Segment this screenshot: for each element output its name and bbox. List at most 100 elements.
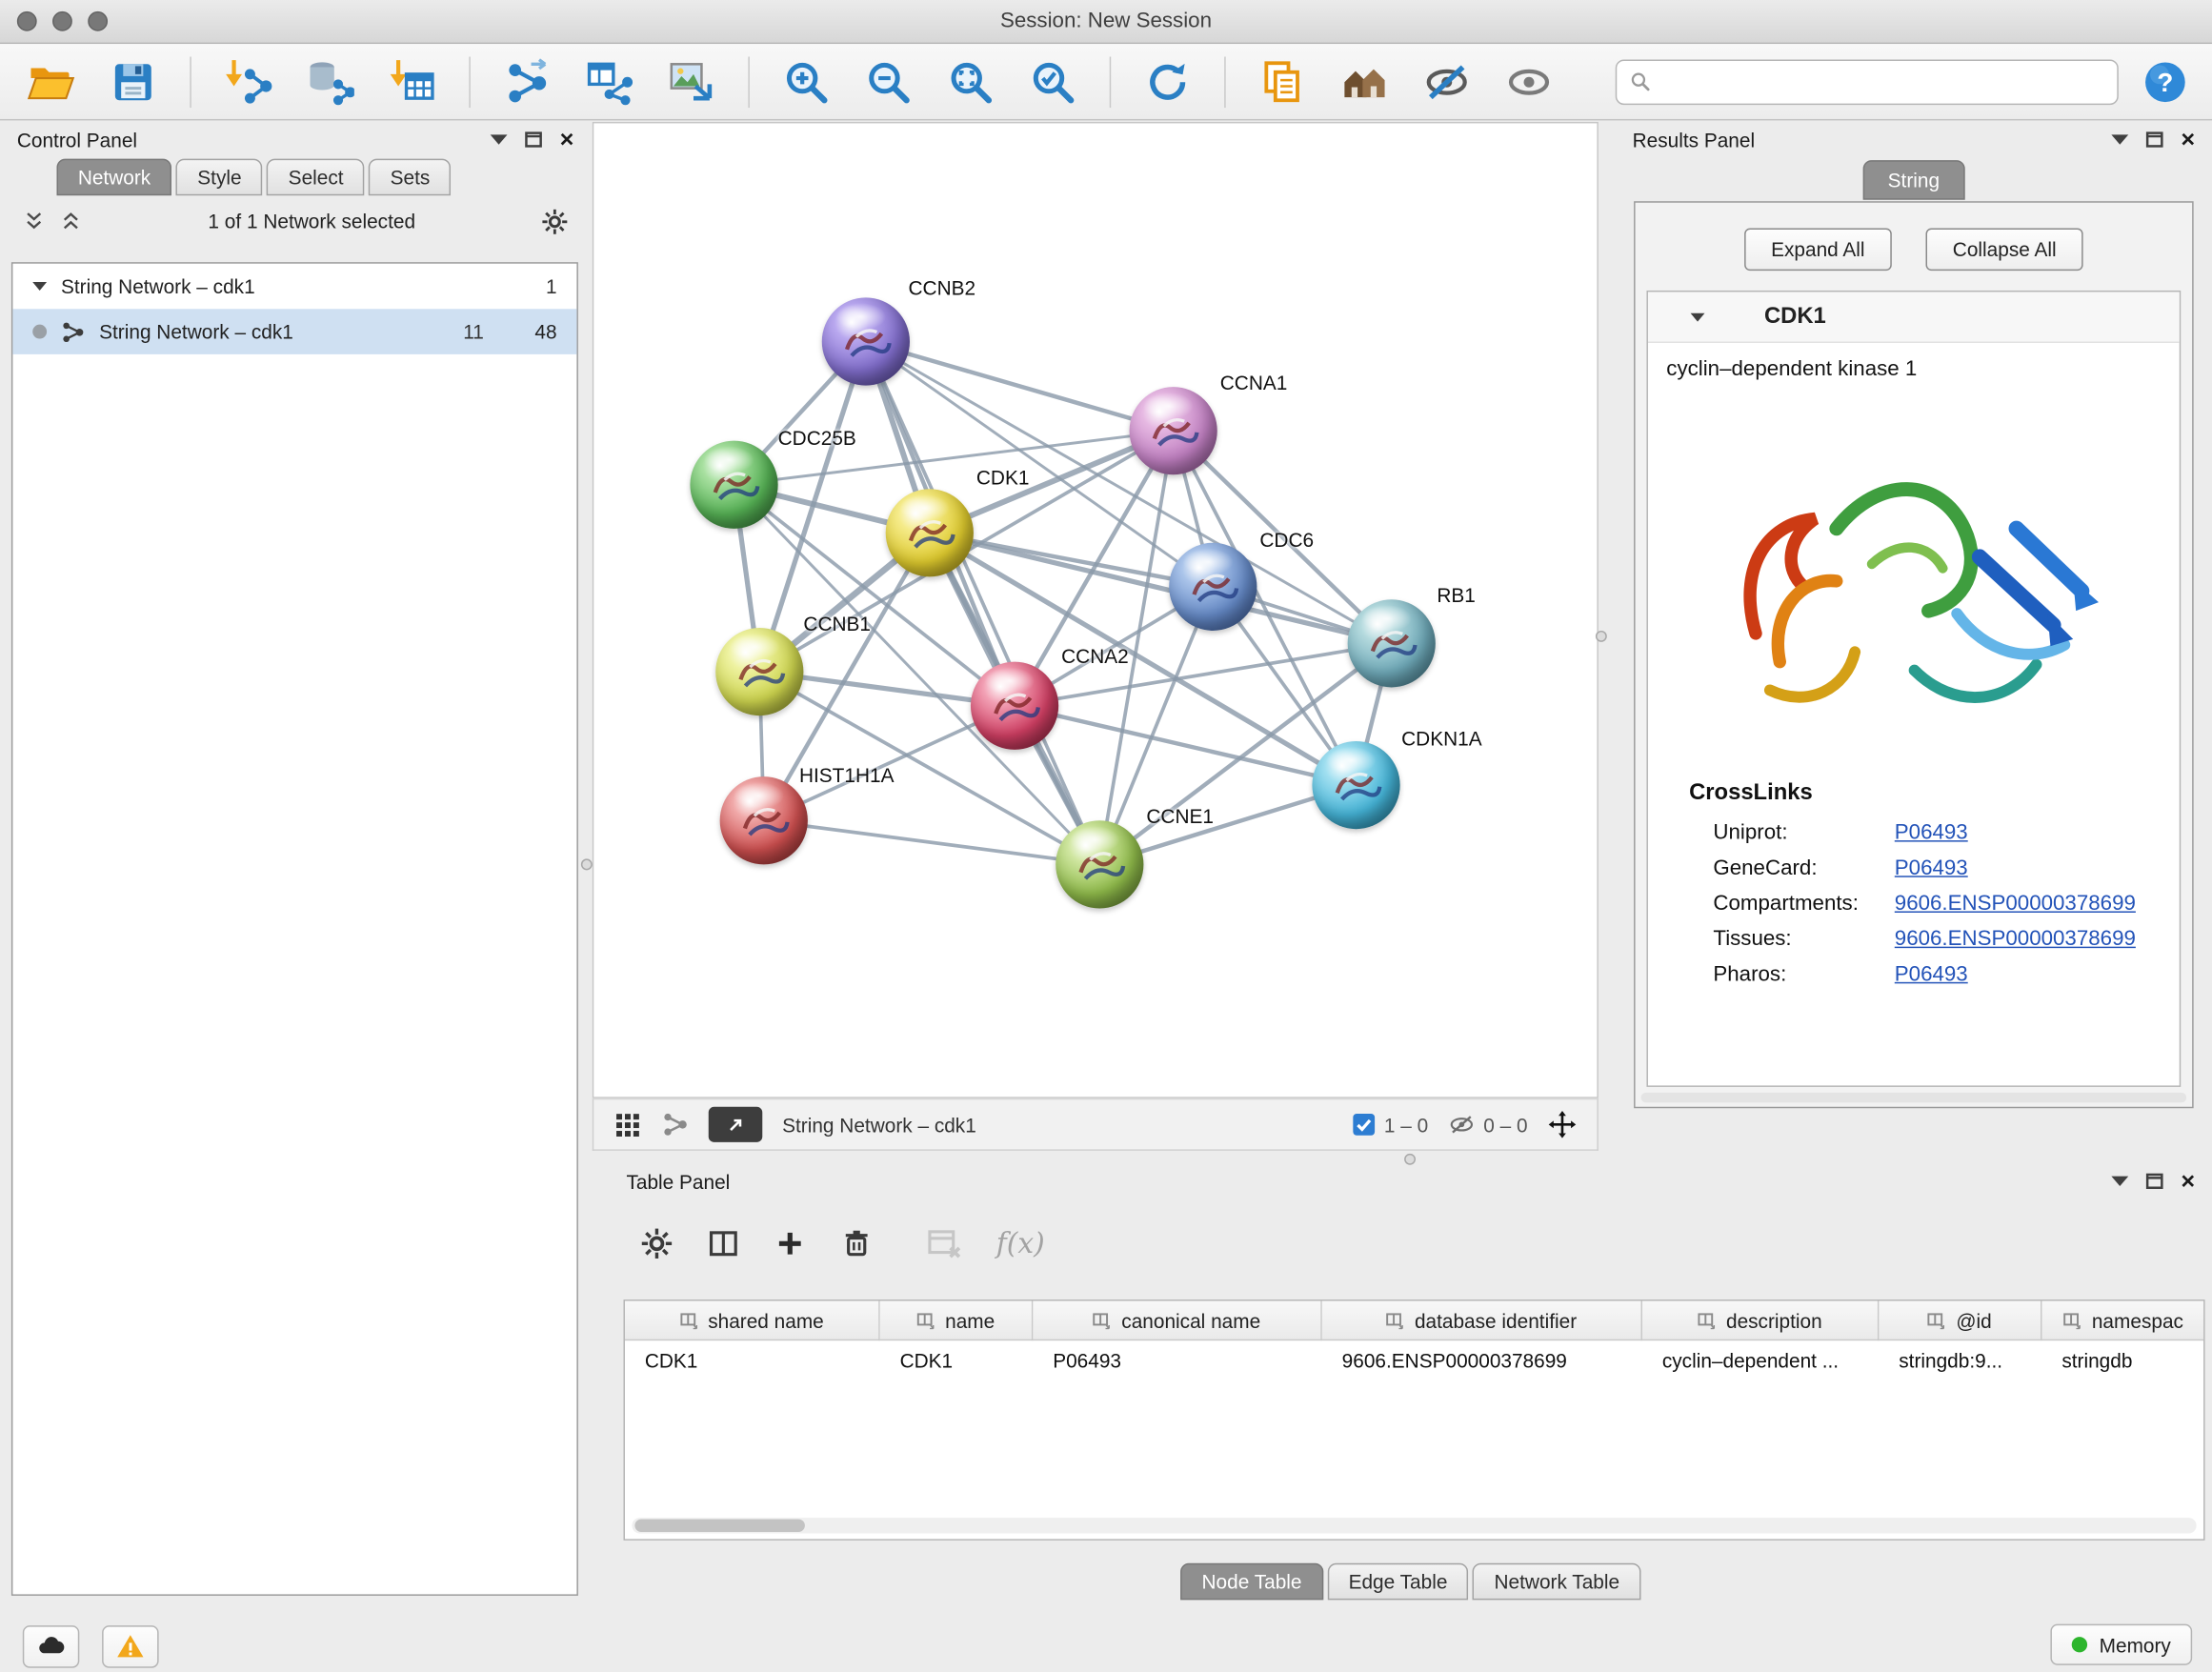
network-node-CCNE1[interactable]: [1056, 820, 1143, 908]
tab-style[interactable]: Style: [176, 159, 263, 196]
network-view-icon[interactable]: [662, 1111, 689, 1138]
tab-edge-table[interactable]: Edge Table: [1327, 1563, 1468, 1601]
crosslink-link[interactable]: P06493: [1895, 820, 1968, 844]
refresh-layout-button[interactable]: [1136, 50, 1198, 112]
hidden-eye-slash-icon[interactable]: [1448, 1111, 1475, 1138]
network-node-CCNA2[interactable]: [971, 662, 1058, 750]
open-session-button[interactable]: [20, 50, 82, 112]
collection-disclosure-icon[interactable]: [32, 282, 47, 291]
detach-view-button[interactable]: [709, 1107, 763, 1142]
float-panel-icon[interactable]: [2145, 131, 2163, 149]
new-network-button[interactable]: [496, 50, 558, 112]
right-splitter-handle[interactable]: [1596, 631, 1607, 642]
table-settings-gear-icon[interactable]: [640, 1226, 673, 1259]
save-session-button[interactable]: [102, 50, 164, 112]
table-hscrollbar-thumb[interactable]: [634, 1520, 805, 1532]
zoom-out-button[interactable]: [857, 50, 919, 112]
column-header-@id[interactable]: @id: [1879, 1301, 2041, 1341]
table-row[interactable]: CDK1CDK1P064939606.ENSP00000378699cyclin…: [625, 1340, 2203, 1380]
collapse-all-button[interactable]: Collapse All: [1926, 228, 2083, 271]
crosslink-link[interactable]: P06493: [1895, 962, 1968, 986]
help-button[interactable]: ?: [2139, 50, 2193, 112]
network-node-CDK1[interactable]: [886, 489, 974, 576]
close-panel-icon[interactable]: ×: [2181, 1169, 2195, 1193]
crosslink-link[interactable]: 9606.ENSP00000378699: [1895, 892, 2136, 916]
network-node-label-CCNE1: CCNE1: [1146, 805, 1214, 828]
tab-string[interactable]: String: [1862, 160, 1965, 200]
network-node-HIST1H1A[interactable]: [720, 776, 808, 864]
houses-button[interactable]: [1334, 50, 1396, 112]
panel-menu-icon[interactable]: [2111, 1177, 2128, 1186]
gear-icon[interactable]: [541, 208, 568, 234]
selected-counts: 1 – 0: [1352, 1113, 1429, 1137]
cloud-status-button[interactable]: [23, 1625, 79, 1668]
search-box[interactable]: [1616, 59, 2119, 105]
network-node-RB1[interactable]: [1348, 599, 1436, 687]
float-panel-icon[interactable]: [2145, 1172, 2163, 1190]
search-input[interactable]: [1660, 69, 2104, 94]
import-table-from-file-button[interactable]: [381, 50, 443, 112]
duplicate-document-button[interactable]: [1251, 50, 1313, 112]
section-disclosure-icon[interactable]: [1691, 312, 1705, 321]
add-column-icon[interactable]: [774, 1226, 806, 1259]
collapse-all-networks-icon[interactable]: [59, 210, 82, 232]
crosslink-link[interactable]: P06493: [1895, 856, 1968, 879]
hide-panel-button[interactable]: [1416, 50, 1478, 112]
network-node-CCNA1[interactable]: [1130, 387, 1217, 474]
network-node-CCNB1[interactable]: [715, 628, 803, 715]
memory-button[interactable]: Memory: [2051, 1624, 2192, 1665]
zoom-selected-button[interactable]: [1021, 50, 1083, 112]
delete-column-trash-icon[interactable]: [840, 1226, 873, 1259]
table-cell[interactable]: CDK1: [880, 1340, 1034, 1380]
current-network-name: String Network – cdk1: [782, 1113, 976, 1136]
tab-network[interactable]: Network: [57, 159, 172, 196]
table-cell[interactable]: stringdb: [2041, 1340, 2204, 1380]
table-cell[interactable]: CDK1: [625, 1340, 880, 1380]
tab-sets[interactable]: Sets: [369, 159, 451, 196]
tab-network-table[interactable]: Network Table: [1473, 1563, 1640, 1601]
show-panel-button[interactable]: [1498, 50, 1559, 112]
export-image-button[interactable]: [660, 50, 722, 112]
grid-view-icon[interactable]: [613, 1110, 642, 1138]
network-collection-row[interactable]: String Network – cdk1 1: [12, 264, 576, 310]
new-network-table-button[interactable]: [578, 50, 640, 112]
network-node-CCNB2[interactable]: [822, 297, 910, 385]
network-row[interactable]: String Network – cdk1 11 48: [12, 309, 576, 354]
float-panel-icon[interactable]: [524, 131, 542, 149]
network-node-CDKN1A[interactable]: [1312, 741, 1399, 829]
column-header-shared-name[interactable]: shared name: [625, 1301, 880, 1341]
results-scrollbar[interactable]: [1641, 1093, 2187, 1102]
close-panel-icon[interactable]: ×: [560, 128, 574, 151]
crosslink-link[interactable]: 9606.ENSP00000378699: [1895, 927, 2136, 951]
panel-menu-icon[interactable]: [2111, 134, 2128, 144]
column-header-description[interactable]: description: [1642, 1301, 1879, 1341]
column-header-database-identifier[interactable]: database identifier: [1322, 1301, 1642, 1341]
warnings-button[interactable]: [102, 1625, 158, 1668]
import-network-from-database-button[interactable]: [299, 50, 361, 112]
column-header-name[interactable]: name: [880, 1301, 1034, 1341]
panel-menu-icon[interactable]: [491, 134, 508, 144]
network-node-CDC25B[interactable]: [690, 441, 777, 529]
close-panel-icon[interactable]: ×: [2181, 128, 2195, 151]
table-cell[interactable]: P06493: [1033, 1340, 1321, 1380]
zoom-in-button[interactable]: [775, 50, 837, 112]
table-cell[interactable]: cyclin–dependent ...: [1642, 1340, 1879, 1380]
expand-all-button[interactable]: Expand All: [1744, 228, 1892, 271]
network-view-canvas[interactable]: CCNB2CCNA1CDC25BCDK1CDC6RB1CCNB1CCNA2CDK…: [593, 122, 1599, 1098]
left-splitter-handle[interactable]: [581, 858, 593, 870]
table-hscrollbar[interactable]: [632, 1518, 2196, 1533]
table-cell[interactable]: 9606.ENSP00000378699: [1322, 1340, 1642, 1380]
import-network-from-file-button[interactable]: [217, 50, 279, 112]
zoom-fit-button[interactable]: [939, 50, 1001, 112]
gene-section-header[interactable]: CDK1: [1648, 292, 2180, 343]
table-cell[interactable]: stringdb:9...: [1879, 1340, 2041, 1380]
show-columns-icon[interactable]: [707, 1226, 739, 1259]
selection-checkbox-icon[interactable]: [1352, 1113, 1376, 1137]
tab-node-table[interactable]: Node Table: [1180, 1563, 1323, 1601]
tab-select[interactable]: Select: [267, 159, 365, 196]
expand-all-networks-icon[interactable]: [23, 210, 46, 232]
column-header-namespac[interactable]: namespac: [2041, 1301, 2204, 1341]
network-node-CDC6[interactable]: [1169, 543, 1257, 631]
column-header-canonical-name[interactable]: canonical name: [1033, 1301, 1321, 1341]
pan-move-icon[interactable]: [1547, 1110, 1577, 1139]
